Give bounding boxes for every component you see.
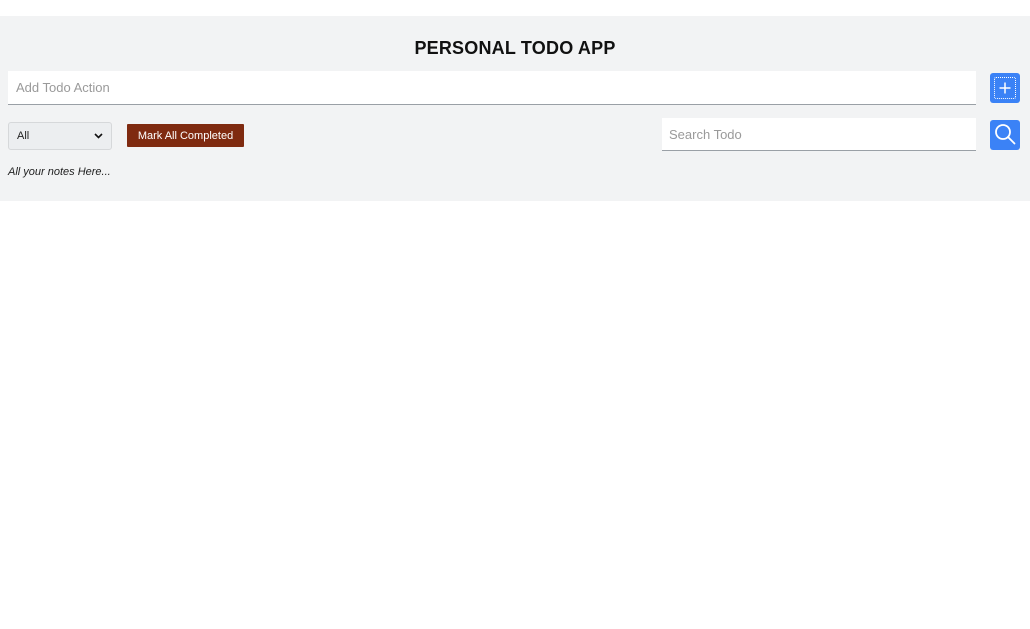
- notes-caption: All your notes Here...: [8, 166, 111, 178]
- add-todo-button[interactable]: [990, 73, 1020, 103]
- search-button[interactable]: [990, 120, 1020, 150]
- search-icon: [993, 122, 1017, 149]
- plus-icon: [994, 77, 1016, 99]
- filter-selected-value: All: [17, 130, 30, 142]
- add-todo-input[interactable]: [8, 71, 976, 105]
- todo-header-panel: PERSONAL TODO APP All Mark All Completed…: [0, 16, 1030, 201]
- search-todo-input[interactable]: [662, 118, 976, 151]
- app-title: PERSONAL TODO APP: [414, 38, 616, 58]
- filter-select[interactable]: All: [8, 122, 112, 150]
- mark-all-completed-button[interactable]: Mark All Completed: [127, 124, 244, 147]
- chevron-down-icon: [94, 130, 103, 142]
